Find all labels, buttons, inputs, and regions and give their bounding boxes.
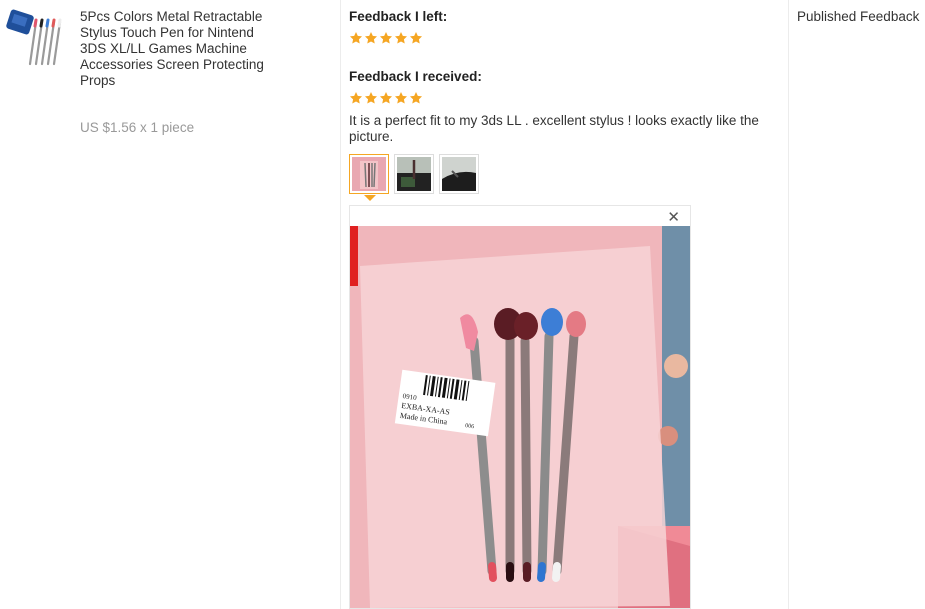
feedback-left-rating (349, 31, 423, 45)
star-icon (409, 92, 423, 104)
feedback-left-heading: Feedback I left: (349, 9, 448, 24)
photo-thumbnail-2[interactable] (394, 154, 434, 194)
star-icon (379, 92, 393, 104)
star-icon (349, 92, 363, 104)
star-icon (409, 32, 423, 44)
product-stylus-image-icon (6, 6, 68, 68)
close-icon[interactable]: ✕ (667, 210, 680, 226)
feedback-received-heading: Feedback I received: (349, 69, 482, 84)
photo-thumb-stylus-on-device-icon (397, 157, 431, 191)
selected-photo-caret (364, 195, 376, 201)
star-icon (379, 32, 393, 44)
stylus-package-photo-icon: 0910 EXBA-XA-AS Made in China 006 (350, 226, 690, 608)
photo-thumb-stylus-package-icon (352, 157, 386, 191)
star-icon (394, 32, 408, 44)
photo-viewer: ✕ 0910 EXBA-XA-AS Made in China 006 (349, 205, 691, 609)
feedback-column: Feedback I left: Feedback I received: It… (340, 0, 788, 609)
product-column: 5Pcs Colors Metal Retractable Stylus Tou… (0, 0, 340, 609)
photo-thumbnail-3[interactable] (439, 154, 479, 194)
feedback-comment: It is a perfect fit to my 3ds LL . excel… (349, 113, 759, 144)
photo-thumbnail-row (349, 154, 479, 201)
feedback-received-rating (349, 91, 423, 105)
feedback-status: Published Feedback (797, 9, 920, 24)
star-icon (364, 92, 378, 104)
status-column: Published Feedback (788, 0, 925, 609)
star-icon (364, 32, 378, 44)
product-thumbnail[interactable] (6, 6, 68, 68)
photo-thumbnail-1[interactable] (349, 154, 389, 201)
label-side-code: 006 (465, 423, 475, 430)
star-icon (394, 92, 408, 104)
star-icon (349, 32, 363, 44)
product-price: US $1.56 x 1 piece (80, 120, 195, 135)
photo-thumb-stylus-in-slot-icon (442, 157, 476, 191)
product-title[interactable]: 5Pcs Colors Metal Retractable Stylus Tou… (80, 9, 280, 89)
